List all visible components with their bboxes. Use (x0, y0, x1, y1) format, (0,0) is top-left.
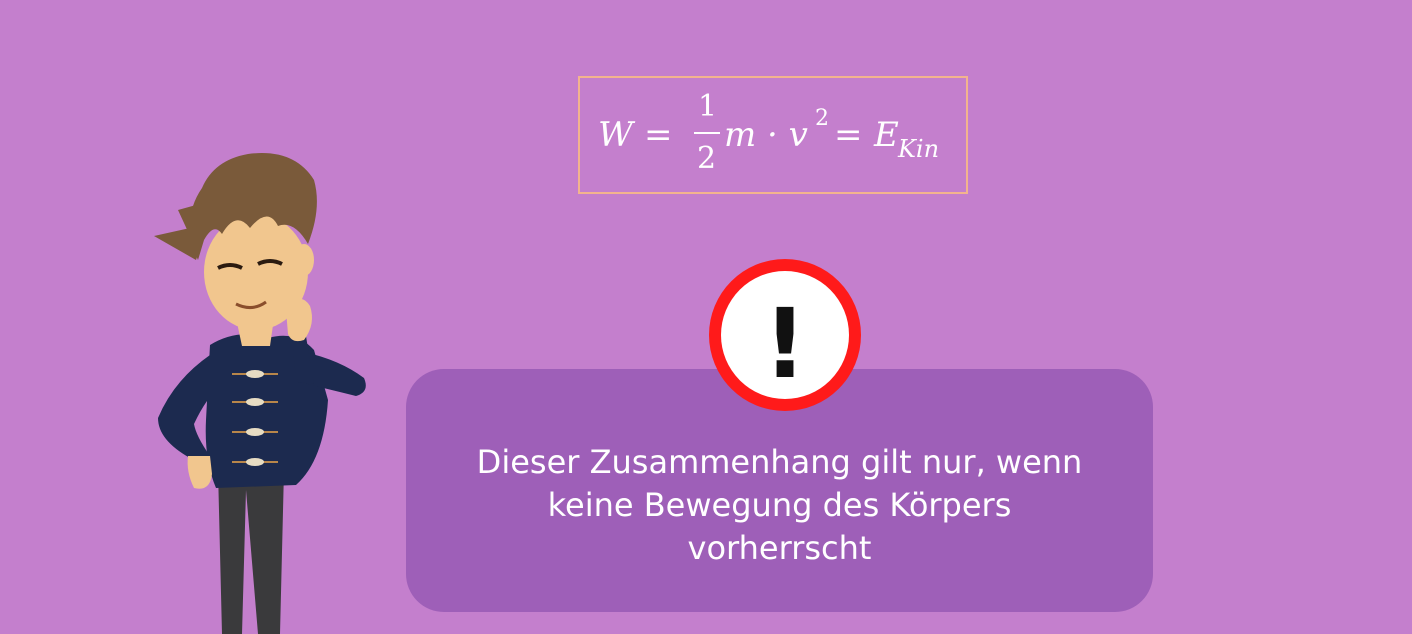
formula-exponent: 2 (815, 106, 829, 131)
formula-box: W = 1 2 m · v 2 = E Kin (578, 76, 968, 194)
formula-m-dot-v: m · v (724, 115, 808, 155)
cartoon-character-illustration (154, 153, 366, 634)
exclamation-warning-icon: ! (709, 259, 861, 411)
fraction-bar (694, 132, 720, 134)
info-text: Dieser Zusammenhang gilt nur, wenn keine… (406, 441, 1153, 570)
info-line-1: Dieser Zusammenhang gilt nur, wenn (476, 443, 1083, 481)
formula-numerator: 1 (698, 89, 718, 124)
formula-denominator: 2 (697, 141, 717, 176)
info-line-3: vorherrscht (687, 529, 872, 567)
formula-w: W (598, 115, 633, 155)
exclamation-mark: ! (763, 288, 807, 400)
formula-equals-1: = (644, 115, 673, 155)
formula-equals-2: = (834, 115, 863, 155)
formula-subscript: Kin (898, 135, 940, 163)
slide: W = 1 2 m · v 2 = E Kin ! Dieser Zusamme… (0, 0, 1412, 634)
info-line-2: keine Bewegung des Körpers (547, 486, 1012, 524)
formula-e: E (874, 115, 899, 155)
